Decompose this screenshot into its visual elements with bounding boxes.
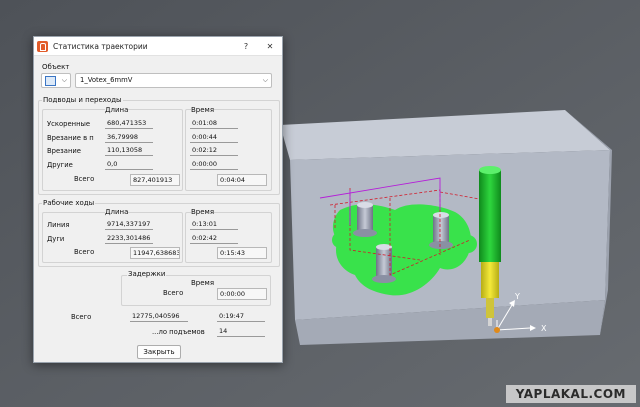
summary-total-time: 0:19:47 xyxy=(217,312,265,322)
chevron-down-icon: ⌵ xyxy=(262,76,268,84)
toolpath-icon xyxy=(45,76,56,86)
approach-group-label: Подводы и переходы xyxy=(42,96,123,104)
working-total-label: Всего xyxy=(74,248,95,256)
toolpath-statistics-dialog: Статистика траектории ? ✕ Объект ⌵ 1_Vot… xyxy=(33,36,283,363)
summary-total-label: Всего xyxy=(71,313,92,321)
approach-length-header: Длина xyxy=(105,106,129,114)
working-row-label: Линия xyxy=(47,221,70,229)
approach-other-length: 0,0 xyxy=(105,160,153,170)
approach-lead-length: 110,13058 xyxy=(105,146,153,156)
title-bar[interactable]: Статистика траектории ? ✕ xyxy=(34,37,282,56)
summary-total-length: 12775,040596 xyxy=(130,312,188,322)
working-group-label: Рабочие ходы xyxy=(42,199,96,207)
close-button[interactable]: Закрыть xyxy=(137,345,181,359)
lifts-count-label: ...ло подъемов xyxy=(152,328,205,336)
approach-row-label: Ускоренные xyxy=(47,120,91,128)
window-title: Статистика траектории xyxy=(53,41,148,51)
approach-time-header: Время xyxy=(191,106,215,114)
object-select-value: 1_Votex_6mmV xyxy=(80,76,133,84)
approach-row-label: Врезание в п xyxy=(47,134,94,142)
approach-row-label: Врезание xyxy=(47,147,81,155)
working-row-label: Дуги xyxy=(47,235,65,243)
approach-rapid-length: 680,471353 xyxy=(105,119,153,129)
axis-x-label: X xyxy=(541,324,547,333)
delays-group-label: Задержки xyxy=(127,270,167,278)
approach-rapid-time: 0:01:08 xyxy=(190,119,238,129)
help-button[interactable]: ? xyxy=(234,42,258,51)
approach-other-time: 0:00:00 xyxy=(190,160,238,170)
chevron-down-icon: ⌵ xyxy=(61,76,67,84)
app-icon xyxy=(37,40,48,52)
working-length-header: Длина xyxy=(105,208,129,216)
object-select[interactable]: 1_Votex_6mmV ⌵ xyxy=(75,73,272,88)
close-icon[interactable]: ✕ xyxy=(258,42,282,51)
approach-plunge-time: 0:00:44 xyxy=(190,133,238,143)
delays-time-header: Время xyxy=(191,279,215,287)
working-line-time: 0:13:01 xyxy=(190,220,238,230)
working-arc-time: 0:02:42 xyxy=(190,234,238,244)
object-group-label: Объект xyxy=(42,63,70,71)
approach-total-label: Всего xyxy=(74,175,95,183)
working-arc-length: 2233,301486 xyxy=(105,234,153,244)
approach-row-label: Другие xyxy=(47,161,73,169)
approach-total-time: 0:04:04 xyxy=(217,174,267,186)
approach-lead-time: 0:02:12 xyxy=(190,146,238,156)
working-total-time: 0:15:43 xyxy=(217,247,267,259)
working-time-header: Время xyxy=(191,208,215,216)
axis-y-label: Y xyxy=(514,292,520,301)
delays-total-label: Всего xyxy=(163,289,184,297)
working-line-length: 9714,337197 xyxy=(105,220,153,230)
delays-total-time: 0:00:00 xyxy=(217,288,267,300)
watermark: YAPLAKAL.COM xyxy=(505,385,636,403)
approach-total-length: 827,401913 xyxy=(130,174,180,186)
lifts-count-value: 14 xyxy=(217,327,265,337)
approach-plunge-length: 36,79998 xyxy=(105,133,153,143)
object-type-combo[interactable]: ⌵ xyxy=(41,73,71,88)
working-total-length: 11947,638683 xyxy=(130,247,180,259)
